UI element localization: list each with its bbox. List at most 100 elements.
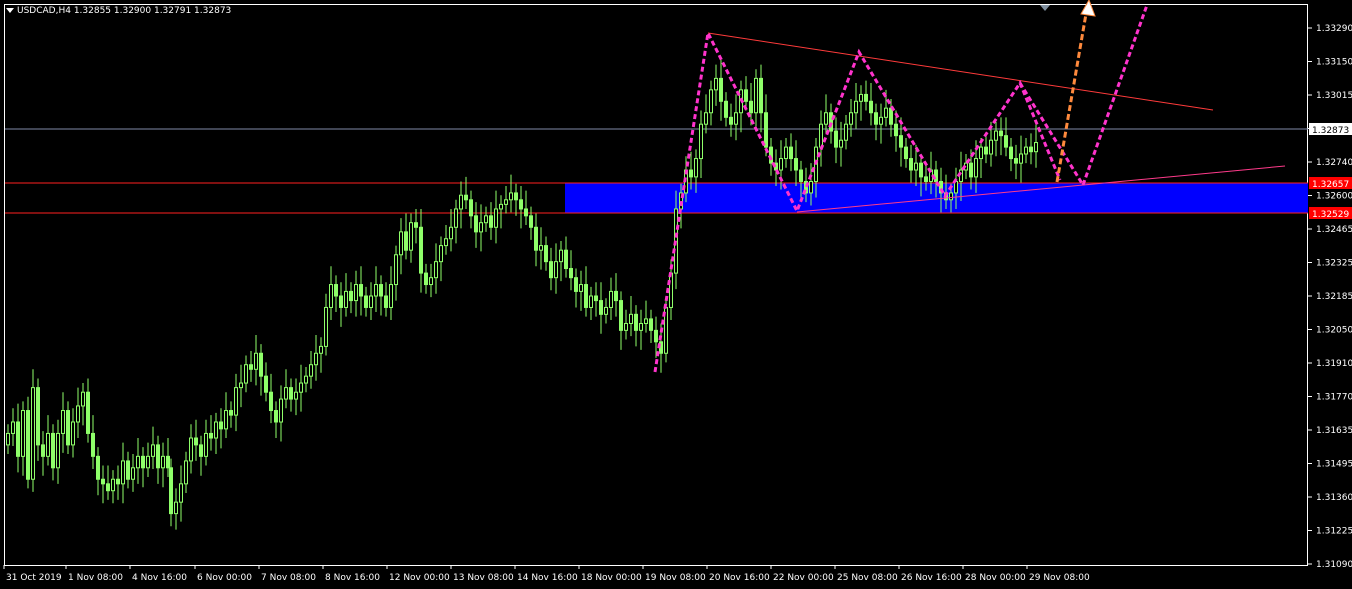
x-tick-label: 4 Nov 16:00	[132, 573, 187, 583]
candle-bearish	[219, 421, 223, 430]
candle-bullish	[694, 158, 698, 178]
candle-bearish	[101, 478, 105, 485]
candle-bullish	[1019, 153, 1023, 164]
y-tick-label: 1.33290	[1316, 24, 1352, 34]
x-tick-label: 19 Nov 08:00	[645, 573, 706, 583]
candle-bullish	[161, 455, 165, 469]
candle-bearish	[1029, 146, 1033, 153]
candle-bearish	[474, 215, 478, 233]
candlestick-chart[interactable]: 1.33290 1.33150 1.33015 1.32873 1.32740 1.326…	[0, 0, 1352, 589]
candle-bullish	[949, 192, 953, 201]
y-axis: 1.33290 1.33150 1.33015 1.32873 1.32740 1.326…	[1308, 24, 1352, 570]
candle-bearish	[379, 284, 383, 297]
candle-bearish	[549, 261, 553, 279]
candle-bearish	[116, 478, 120, 485]
current-price-label: 1.32873	[1312, 126, 1349, 136]
candle-bearish	[799, 169, 803, 182]
candle-bearish	[91, 432, 95, 457]
candle-bearish	[404, 231, 408, 251]
candle-bearish	[904, 146, 908, 160]
candle-bearish	[789, 146, 793, 160]
candle-bullish	[709, 89, 713, 114]
candles-group	[6, 60, 1038, 530]
candle-bullish	[294, 391, 298, 400]
candle-bearish	[334, 284, 338, 297]
scroll-marker-icon[interactable]	[1040, 5, 1050, 11]
candle-bearish	[729, 116, 733, 125]
candle-bullish	[46, 432, 50, 457]
candle-bullish	[699, 123, 703, 160]
candle-bearish	[419, 226, 423, 274]
candle-bullish	[284, 387, 288, 400]
candle-bullish	[979, 146, 983, 160]
y-tick-label: 1.31770	[1316, 393, 1352, 403]
candle-bearish	[339, 295, 343, 308]
candle-bearish	[349, 290, 353, 302]
candle-bullish	[494, 208, 498, 228]
candle-bullish	[624, 322, 628, 331]
candle-bearish	[934, 169, 938, 182]
candle-bullish	[146, 455, 150, 469]
candle-bearish	[614, 290, 618, 302]
x-tick-label: 7 Nov 08:00	[261, 573, 316, 583]
candle-bearish	[26, 410, 30, 480]
candle-bullish	[354, 284, 358, 302]
candle-bearish	[264, 375, 268, 393]
candle-bullish	[849, 112, 853, 125]
candle-bullish	[579, 284, 583, 292]
candle-bullish	[784, 146, 788, 160]
candle-bearish	[424, 272, 428, 286]
candle-bearish	[384, 295, 388, 308]
candle-bearish	[794, 158, 798, 171]
candle-bullish	[189, 437, 193, 462]
candle-bullish	[809, 180, 813, 194]
candle-bearish	[924, 176, 928, 182]
x-tick-label: 20 Nov 16:00	[709, 573, 770, 583]
candle-bullish	[71, 421, 75, 446]
candle-bearish	[634, 313, 638, 331]
y-tick-label: 1.32325	[1316, 259, 1352, 269]
x-tick-label: 13 Nov 08:00	[453, 573, 514, 583]
candle-bullish	[81, 391, 85, 407]
candle-bullish	[504, 199, 508, 205]
candle-bullish	[329, 284, 333, 308]
candle-bearish	[249, 364, 253, 370]
candle-bullish	[974, 158, 978, 178]
y-tick-label: 1.31495	[1316, 460, 1352, 470]
candle-bullish	[824, 112, 828, 125]
y-tick-label: 1.31635	[1316, 426, 1352, 436]
candle-bearish	[269, 391, 273, 412]
candle-bearish	[464, 194, 468, 201]
candle-bearish	[544, 245, 548, 263]
candle-bullish	[554, 261, 558, 279]
candle-bearish	[969, 162, 973, 178]
candle-bearish	[126, 460, 130, 480]
candle-bullish	[644, 318, 648, 324]
y-tick-label: 1.32185	[1316, 292, 1352, 302]
candle-bullish	[224, 410, 228, 430]
candle-bearish	[469, 199, 473, 217]
candle-bullish	[439, 245, 443, 263]
candle-bearish	[1014, 158, 1018, 164]
candle-bearish	[519, 199, 523, 210]
candle-bullish	[669, 272, 673, 308]
candle-bullish	[374, 284, 378, 297]
candle-bearish	[199, 444, 203, 457]
candle-bearish	[689, 169, 693, 178]
candle-bearish	[289, 387, 293, 400]
y-tick-label: 1.33150	[1316, 58, 1352, 68]
candle-bullish	[309, 364, 313, 377]
candle-bearish	[919, 162, 923, 178]
x-tick-label: 31 Oct 2019	[6, 573, 62, 583]
plot-frame	[4, 4, 1308, 566]
candle-bullish	[174, 501, 178, 515]
candle-bullish	[131, 467, 135, 480]
candle-bearish	[899, 135, 903, 148]
candle-bullish	[839, 139, 843, 148]
y-tick-label: 1.31910	[1316, 359, 1352, 369]
candle-bearish	[209, 432, 213, 439]
candle-bearish	[829, 112, 833, 132]
candle-bearish	[96, 455, 100, 480]
candle-bullish	[609, 290, 613, 308]
candle-bearish	[564, 249, 568, 270]
